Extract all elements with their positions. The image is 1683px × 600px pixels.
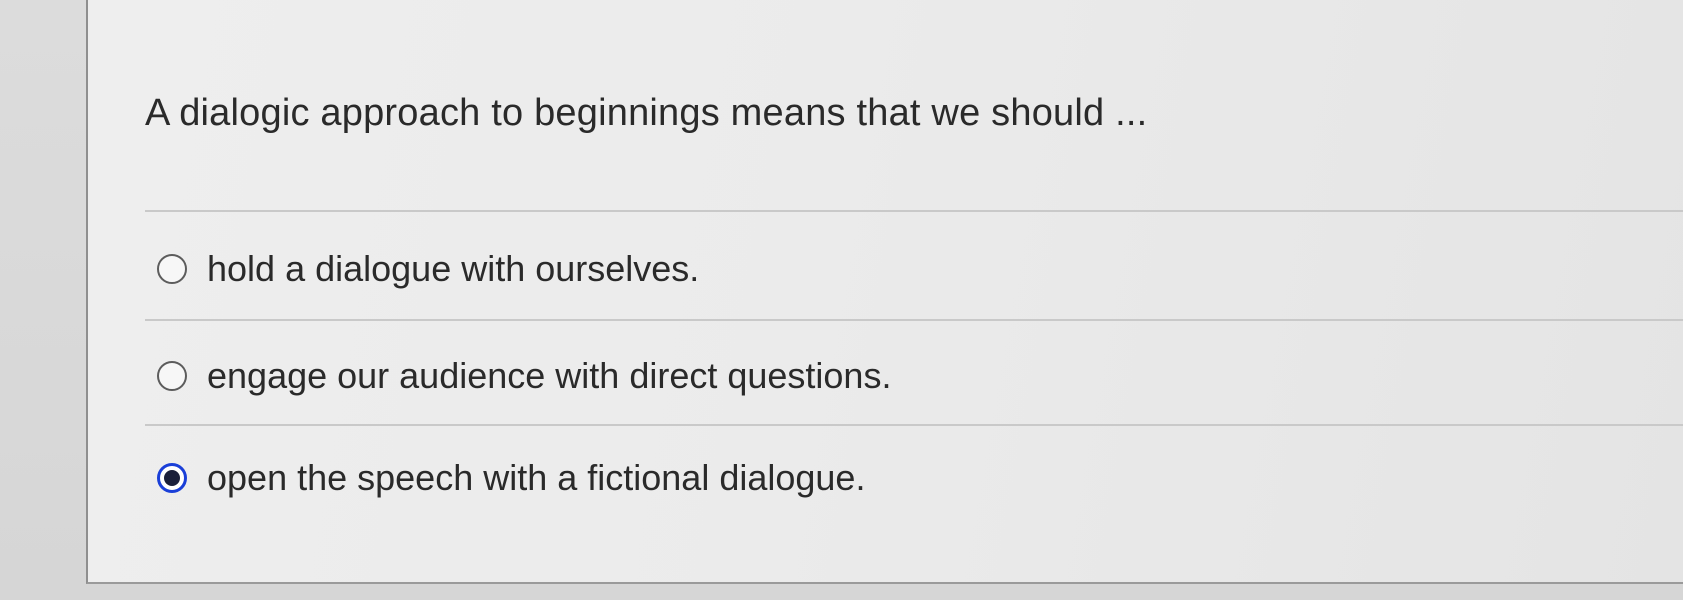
answer-option-label: open the speech with a fictional dialogu…: [207, 457, 866, 498]
divider: [145, 210, 1683, 212]
question-text: A dialogic approach to beginnings means …: [145, 92, 1148, 134]
answer-option-1[interactable]: hold a dialogue with ourselves.: [157, 248, 699, 290]
radio-button-unselected-icon[interactable]: [157, 254, 187, 284]
answer-option-2[interactable]: engage our audience with direct question…: [157, 355, 891, 397]
answer-option-3[interactable]: open the speech with a fictional dialogu…: [157, 457, 865, 499]
radio-selected-dot: [164, 470, 180, 486]
answer-option-label: hold a dialogue with ourselves.: [207, 248, 700, 289]
radio-button-unselected-icon[interactable]: [157, 361, 187, 391]
divider: [145, 424, 1683, 426]
radio-button-selected-icon[interactable]: [157, 463, 187, 493]
answer-option-label: engage our audience with direct question…: [207, 355, 892, 396]
divider: [145, 319, 1683, 321]
screen: A dialogic approach to beginnings means …: [0, 0, 1683, 600]
